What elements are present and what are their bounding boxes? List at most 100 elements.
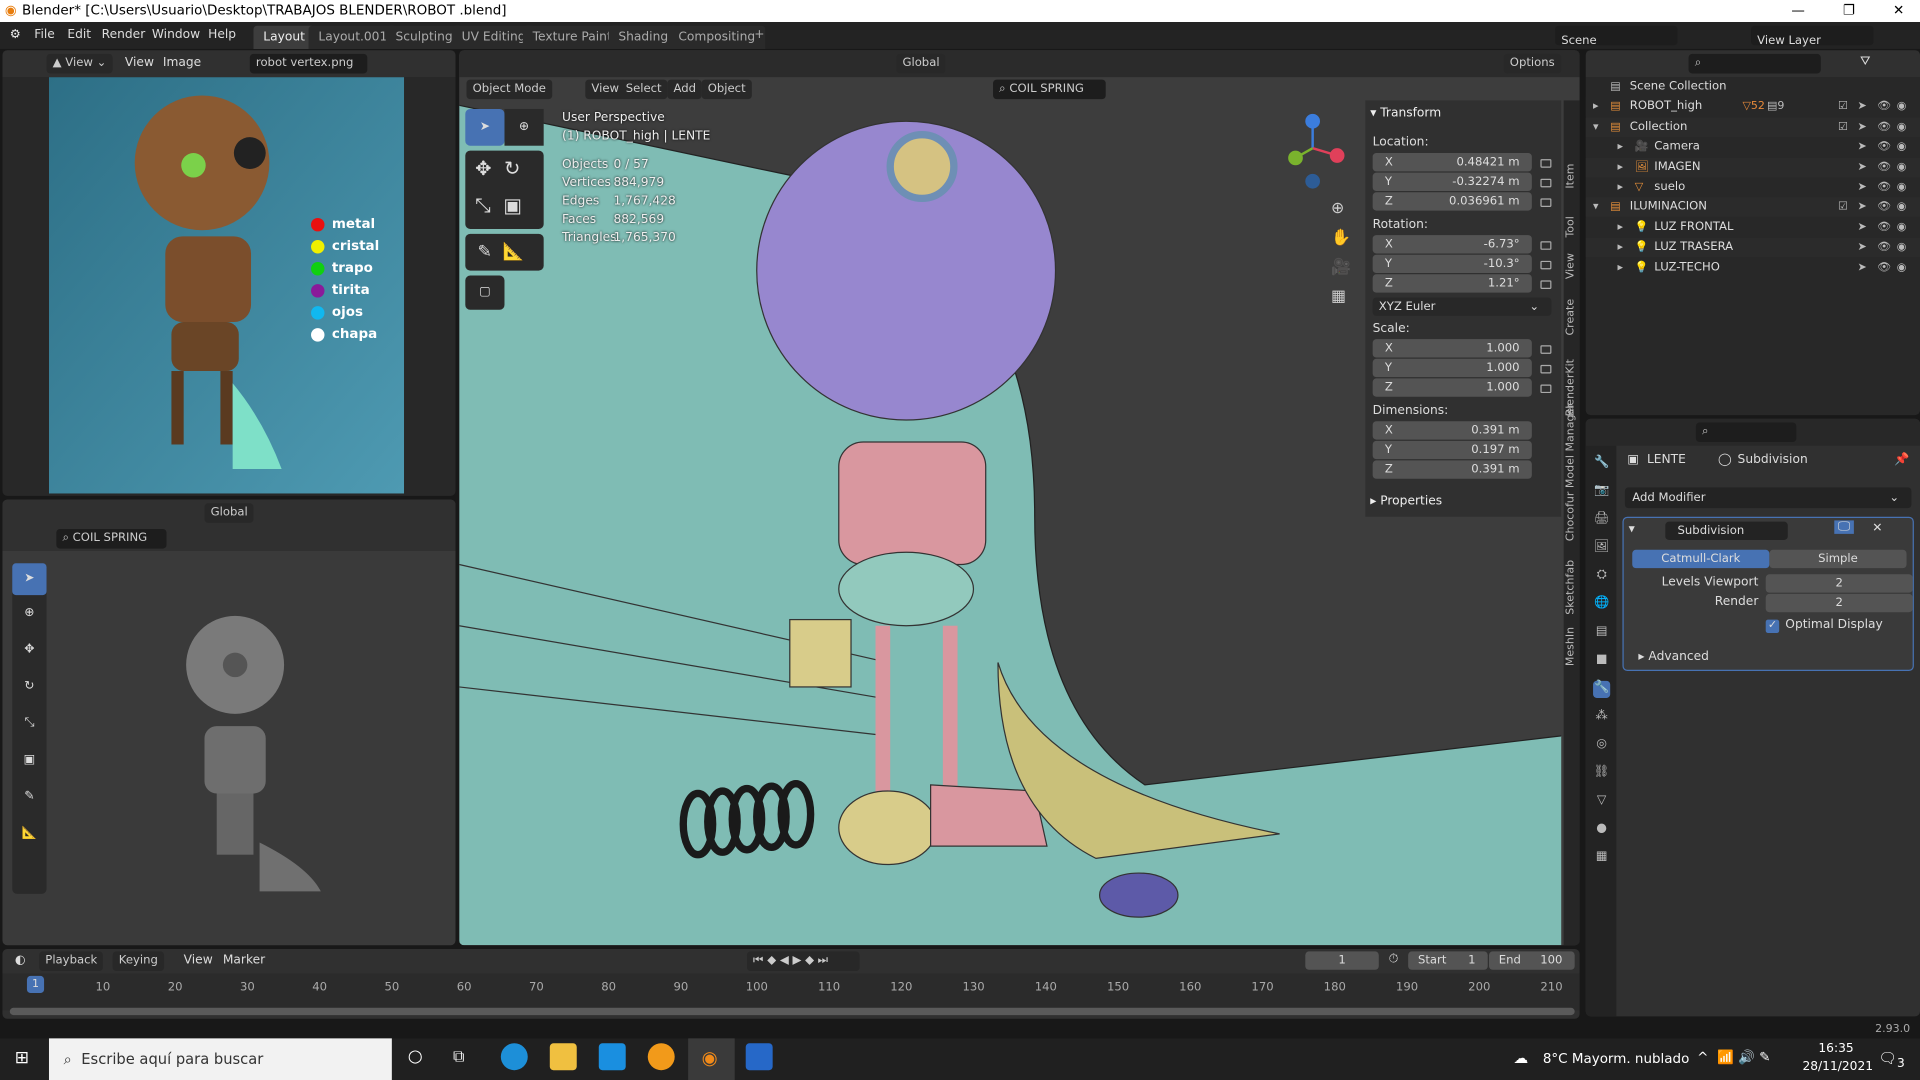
- expand-arrow-icon[interactable]: ▸: [1618, 137, 1624, 157]
- expand-arrow-icon[interactable]: ▾: [1593, 198, 1599, 218]
- lock-icon[interactable]: [1540, 241, 1552, 250]
- select-arrow-icon[interactable]: ➤: [1858, 178, 1867, 198]
- view-dropdown[interactable]: ▲ View ⌄: [46, 53, 113, 74]
- advanced-subpanel[interactable]: ▸ Advanced: [1638, 650, 1709, 663]
- select-tool-icon[interactable]: ➤: [12, 563, 47, 596]
- options-dropdown[interactable]: Options: [1503, 53, 1561, 74]
- transform-orientation-dropdown[interactable]: Global: [896, 53, 946, 74]
- tab-shading[interactable]: Shading: [608, 25, 678, 49]
- maximize-button[interactable]: ❐: [1843, 0, 1855, 22]
- remove-modifier-button[interactable]: ✕: [1872, 522, 1882, 535]
- lock-icon[interactable]: [1540, 159, 1552, 168]
- menu-file[interactable]: File: [34, 28, 54, 41]
- constraints-tab-icon[interactable]: ⛓: [1593, 765, 1610, 782]
- add-workspace-button[interactable]: +: [754, 28, 764, 41]
- properties-search[interactable]: ⌕: [1695, 422, 1797, 443]
- menu-help[interactable]: Help: [208, 28, 236, 41]
- navigation-gizmo[interactable]: [1273, 111, 1346, 194]
- viewport-menu-object[interactable]: Object: [701, 79, 752, 100]
- scale-y-field[interactable]: Y 1.000: [1372, 358, 1532, 378]
- modifier-tab-icon[interactable]: 🔧: [1593, 680, 1611, 698]
- outliner-row[interactable]: ▾ ▤ ILUMINACION ☑ ➤ 👁 ◉: [1585, 197, 1920, 218]
- cursor-tool-icon[interactable]: ⊕: [504, 108, 544, 146]
- lock-icon[interactable]: [1540, 178, 1552, 188]
- outliner-row[interactable]: ▸ ▽ suelo ➤ 👁 ◉: [1585, 177, 1920, 198]
- timeline-scrollbar[interactable]: [9, 1007, 1575, 1016]
- lock-icon[interactable]: [1540, 280, 1552, 289]
- pin-icon[interactable]: 📌: [1894, 453, 1909, 466]
- exclude-checkbox[interactable]: ☑: [1838, 97, 1848, 117]
- exclude-checkbox[interactable]: ☑: [1838, 198, 1848, 218]
- outliner-row[interactable]: ▸ ▤ ROBOT_high ▽52 ▤9 ☑ ➤ 👁 ◉: [1585, 97, 1920, 117]
- show-in-viewport-toggle[interactable]: 🖵: [1834, 520, 1854, 534]
- sidebar-tab[interactable]: Create: [1565, 299, 1577, 336]
- select-arrow-icon[interactable]: ➤: [1858, 117, 1867, 137]
- simple-button[interactable]: Simple: [1769, 549, 1907, 569]
- rotation-x-field[interactable]: X -6.73°: [1372, 235, 1532, 254]
- dimensions-y-field[interactable]: Y 0.197 m: [1372, 440, 1532, 460]
- edge-icon[interactable]: [500, 1043, 528, 1071]
- expand-arrow-icon[interactable]: ▸: [1618, 258, 1624, 278]
- menu-render[interactable]: Render: [102, 28, 146, 41]
- camera-render-icon[interactable]: ◉: [1897, 218, 1907, 238]
- camera-render-icon[interactable]: ◉: [1897, 97, 1907, 117]
- measure-tool-icon[interactable]: 📐: [12, 816, 46, 853]
- camera-render-icon[interactable]: ◉: [1897, 238, 1907, 258]
- playhead[interactable]: 1: [26, 975, 45, 994]
- expand-arrow-icon[interactable]: ▸: [1618, 238, 1624, 258]
- outliner-row[interactable]: ▸ 💡 LUZ FRONTAL ➤ 👁 ◉: [1585, 217, 1920, 238]
- particles-tab-icon[interactable]: ⁂: [1593, 709, 1610, 726]
- frame-ruler[interactable]: 1 10 20 30 40 50 60 70 80 90 100 110 120 130 140 150 16…: [2, 973, 1580, 1011]
- system-tray-icons[interactable]: ^ 📶 🔊 ✎: [1697, 1049, 1770, 1065]
- select-arrow-icon[interactable]: ➤: [1858, 157, 1867, 177]
- menu-window[interactable]: Window: [152, 28, 200, 41]
- eye-icon[interactable]: 👁: [1877, 198, 1891, 218]
- dimensions-z-field[interactable]: Z 0.391 m: [1372, 460, 1532, 479]
- playback-menu[interactable]: Playback: [39, 951, 104, 972]
- catmull-clark-button[interactable]: Catmull-Clark: [1632, 549, 1770, 569]
- eye-icon[interactable]: 👁: [1877, 218, 1891, 238]
- tab-compositing[interactable]: Compositing: [668, 25, 765, 49]
- cursor-tool-icon[interactable]: ⊕: [12, 595, 46, 632]
- orientation-dropdown[interactable]: Global: [204, 503, 254, 523]
- select-arrow-icon[interactable]: ➤: [1858, 137, 1867, 157]
- view-nav-buttons[interactable]: ⊕ ✋ 🎥 ▦: [1331, 195, 1351, 313]
- filter-icon[interactable]: ⛛: [1860, 55, 1870, 68]
- object-tab-icon[interactable]: ■: [1593, 653, 1610, 670]
- clock-time[interactable]: 16:35: [1818, 1042, 1853, 1055]
- notifications-icon[interactable]: 🗨3: [1878, 1049, 1904, 1070]
- view-layer-tab-icon[interactable]: 🖼: [1593, 540, 1610, 557]
- exclude-checkbox[interactable]: ☑: [1838, 117, 1848, 137]
- minimize-button[interactable]: —: [1791, 0, 1804, 22]
- viewport-menu-select[interactable]: Select: [619, 79, 668, 100]
- weather-text[interactable]: 8°C Mayorm. nublado: [1543, 1051, 1689, 1067]
- outliner-row[interactable]: ▸ 💡 LUZ TRASERA ➤ 👁 ◉: [1585, 237, 1920, 258]
- expand-arrow-icon[interactable]: ▸: [1618, 157, 1624, 177]
- scale-tool-icon[interactable]: ⤡: [12, 705, 46, 742]
- scene-tab-icon[interactable]: ⛭: [1593, 568, 1610, 585]
- task-view-icon[interactable]: ⧉: [453, 1048, 464, 1066]
- camera-render-icon[interactable]: ◉: [1897, 117, 1907, 137]
- start-button-icon[interactable]: ⊞: [15, 1048, 29, 1068]
- collection-search-main[interactable]: ⌕ COIL SPRING: [993, 79, 1106, 100]
- weather-icon[interactable]: ☁: [1513, 1049, 1528, 1066]
- outliner-row[interactable]: ▸ 🖼 IMAGEN ➤ 👁 ◉: [1585, 157, 1920, 178]
- add-cube-tool-icon[interactable]: ▢: [465, 275, 505, 310]
- outliner-row[interactable]: ▾ ▤ Collection ☑ ➤ 👁 ◉: [1585, 117, 1920, 137]
- transform-tool-icon[interactable]: ▣: [12, 742, 46, 779]
- cortana-icon[interactable]: ○: [408, 1047, 423, 1067]
- tab-layout[interactable]: Layout: [253, 25, 315, 49]
- render-levels-field[interactable]: 2: [1765, 593, 1913, 613]
- sidebar-tab[interactable]: View: [1565, 253, 1577, 279]
- lock-icon[interactable]: [1540, 345, 1552, 354]
- expand-arrow-icon[interactable]: ▸: [1593, 97, 1599, 117]
- world-tab-icon[interactable]: 🌐: [1593, 596, 1610, 613]
- lock-icon[interactable]: [1540, 384, 1552, 394]
- optimal-display-checkbox[interactable]: ✓: [1765, 619, 1780, 634]
- sidebar-tab[interactable]: Chocofur Model Manager: [1565, 403, 1577, 541]
- eye-icon[interactable]: 👁: [1877, 137, 1891, 157]
- material-tab-icon[interactable]: ●: [1593, 822, 1610, 839]
- annotate-measure-tools[interactable]: ✎ 📐: [465, 233, 544, 271]
- file-explorer-icon[interactable]: [549, 1043, 577, 1071]
- transform-panel-header[interactable]: ▾ Transform: [1370, 107, 1441, 120]
